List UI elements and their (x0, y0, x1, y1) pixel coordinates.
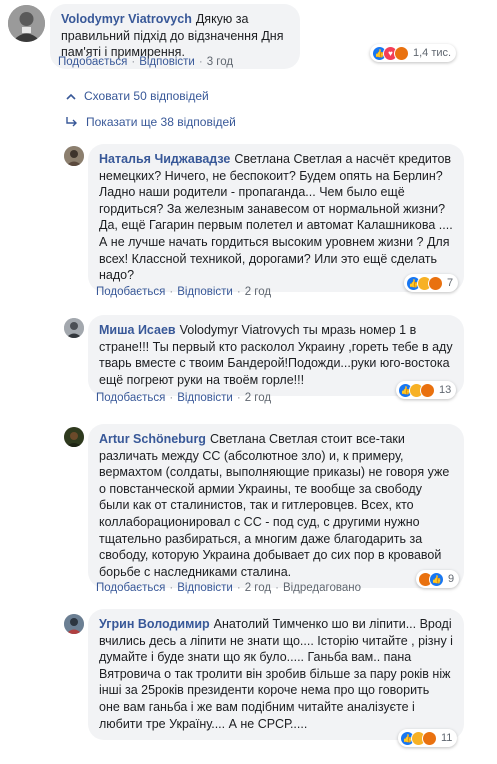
reaction-count: 13 (439, 384, 452, 396)
comment-actions: Подобається · Відповісти · 2 год (96, 286, 271, 298)
avatar[interactable] (64, 614, 84, 634)
separator-dot: · (275, 582, 279, 594)
separator-dot: · (236, 392, 241, 404)
comment-author[interactable]: Наталья Чиджавадзе (99, 152, 230, 166)
avatar-portrait-icon (64, 614, 84, 634)
comment-actions: Подобається · Відповісти · 2 год (96, 392, 271, 404)
reply-arrow-icon (66, 117, 77, 127)
edited-label[interactable]: Відредаговано (283, 582, 361, 594)
hide-replies-label: Сховати 50 відповідей (84, 89, 209, 103)
show-more-replies-label: Показати ще 38 відповідей (86, 115, 236, 129)
reactions-summary[interactable]: 👍 13 (396, 381, 457, 399)
comment-author[interactable]: Угрин Володимир (99, 617, 210, 631)
avatar[interactable] (64, 427, 84, 447)
reply-button[interactable]: Відповісти (177, 286, 233, 298)
comment-actions: Подобається · Відповісти · 3 год (58, 56, 233, 68)
like-reaction-icon: 👍 (429, 571, 444, 587)
comment-timestamp[interactable]: 2 год (245, 392, 271, 404)
avatar-portrait-icon (64, 318, 84, 338)
comment-author[interactable]: Миша Исаев (99, 323, 176, 337)
reaction-count: 7 (447, 277, 454, 289)
comment-timestamp[interactable]: 2 год (245, 286, 271, 298)
like-button[interactable]: Подобається (96, 392, 165, 404)
comment-timestamp[interactable]: 2 год (245, 582, 271, 594)
comment-bubble: Наталья Чиджавадзе Светлана Светлая а нас… (88, 144, 464, 292)
reply-button[interactable]: Відповісти (177, 582, 233, 594)
angry-reaction-icon (428, 275, 443, 291)
avatar[interactable] (8, 5, 45, 42)
reaction-count: 9 (448, 573, 455, 585)
reply-button[interactable]: Відповісти (139, 56, 195, 68)
like-button[interactable]: Подобається (58, 56, 127, 68)
comment-timestamp[interactable]: 3 год (207, 56, 233, 68)
separator-dot: · (131, 56, 136, 68)
separator-dot: · (236, 582, 241, 594)
reply-button[interactable]: Відповісти (177, 392, 233, 404)
comment-bubble: Artur Schöneburg Светлана Светлая стоит в… (88, 424, 464, 589)
avatar-portrait-icon (64, 427, 84, 447)
separator-dot: · (236, 286, 241, 298)
separator-dot: · (169, 392, 174, 404)
comment-text: Светлана Светлая стоит все-таки различат… (99, 432, 450, 579)
hide-replies-link[interactable]: Сховати 50 відповідей (66, 89, 209, 103)
separator-dot: · (169, 582, 174, 594)
like-button[interactable]: Подобається (96, 286, 165, 298)
angry-reaction-icon (420, 382, 435, 398)
comment-text: Анатолий Тимченко шо ви ліпити... Вроді … (99, 617, 453, 731)
comment-author[interactable]: Artur Schöneburg (99, 432, 206, 446)
comment-text: Светлана Светлая а насчёт кредитов немец… (99, 152, 453, 283)
reaction-count: 11 (441, 732, 453, 744)
reactions-summary[interactable]: 👍 11 (398, 729, 458, 747)
avatar[interactable] (64, 318, 84, 338)
reactions-summary[interactable]: 👍 7 (404, 274, 459, 292)
avatar-portrait-icon (8, 5, 45, 42)
angry-reaction-icon (394, 45, 409, 61)
angry-reaction-icon (422, 730, 437, 746)
comment-author[interactable]: Volodymyr Viatrovych (61, 12, 192, 26)
like-button[interactable]: Подобається (96, 582, 165, 594)
show-more-replies-link[interactable]: Показати ще 38 відповідей (66, 115, 236, 129)
reaction-count: 1,4 тис. (413, 47, 452, 59)
reactions-summary[interactable]: 👍 ♥ 1,4 тис. (370, 44, 457, 62)
avatar[interactable] (64, 146, 84, 166)
reactions-summary[interactable]: 👍 9 (416, 570, 460, 588)
comment-actions: Подобається · Відповісти · 2 год · Відредагова… (96, 582, 361, 594)
separator-dot: · (169, 286, 174, 298)
separator-dot: · (198, 56, 203, 68)
comment-bubble: Угрин Володимир Анатолий Тимченко шо ви л… (88, 609, 464, 741)
chevron-up-icon (66, 93, 76, 100)
avatar-portrait-icon (64, 146, 84, 166)
